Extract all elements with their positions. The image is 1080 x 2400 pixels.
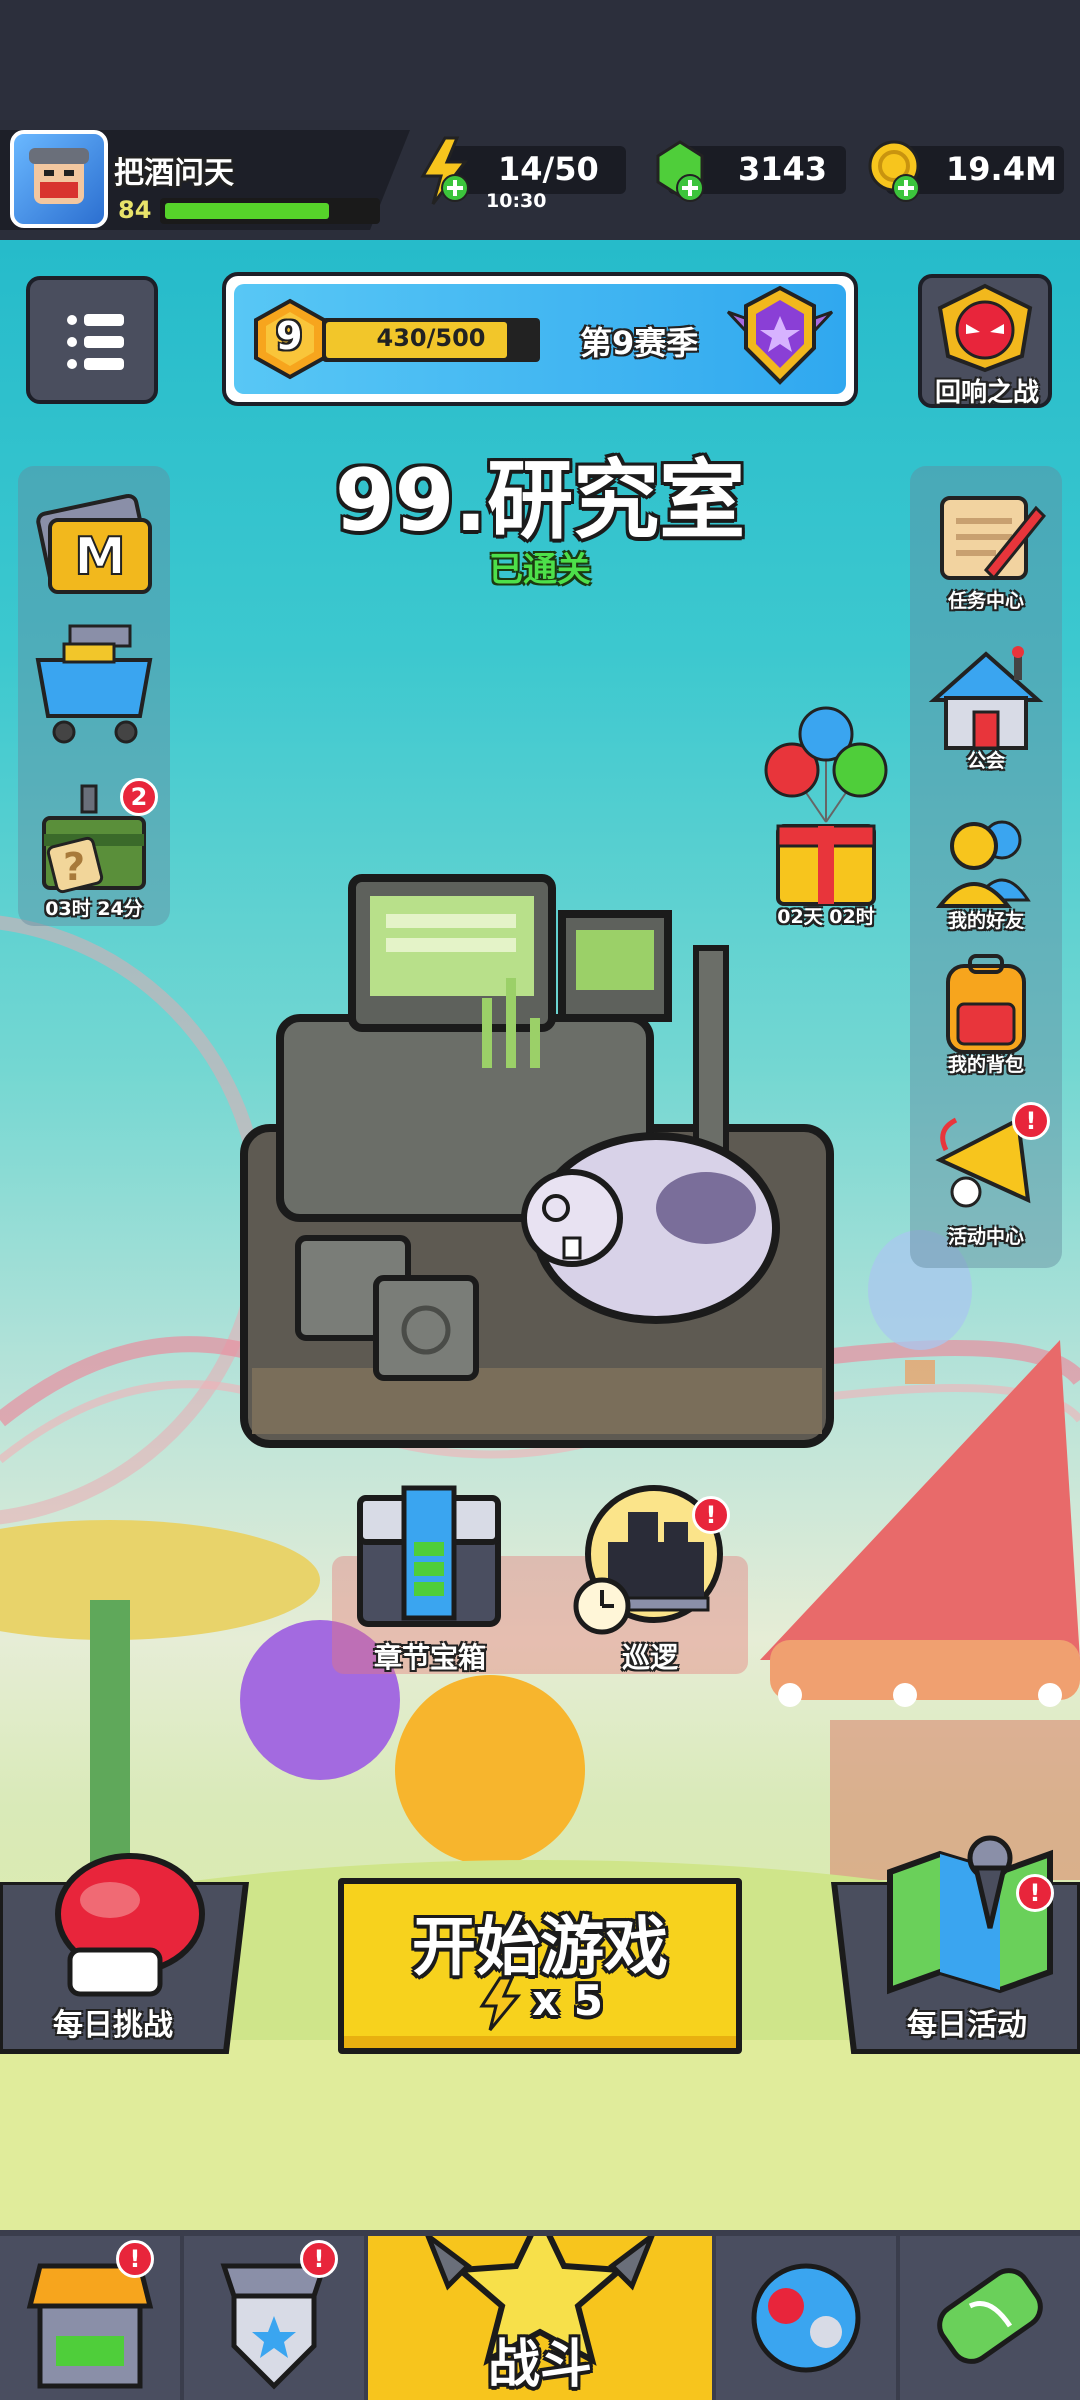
event-center-badge: ! [1012, 1102, 1050, 1140]
event-center-label: 活动中心 [947, 1226, 1024, 1248]
demon-helmet-icon [937, 283, 1033, 373]
start-game-label: 开始游戏 [412, 1911, 668, 1985]
season-level: 9 [276, 314, 303, 358]
nav-evolve[interactable] [900, 2236, 1080, 2400]
chapter-chest-label: 章节宝箱 [373, 1641, 486, 1674]
friends-label: 我的好友 [947, 910, 1024, 932]
boxing-glove-icon [55, 1853, 205, 1997]
scroll-quest-icon[interactable] [926, 484, 1046, 594]
nav-skills[interactable] [716, 2236, 896, 2400]
menu-button[interactable] [26, 276, 158, 404]
shop-cart-icon[interactable] [30, 620, 158, 750]
guild-label: 公会 [966, 750, 1005, 772]
energy-icon [420, 136, 469, 205]
svg-text:M: M [74, 527, 126, 587]
list-menu-icon [67, 314, 124, 370]
dna-capsule-icon [937, 2268, 1043, 2364]
nav-shop-badge: ! [116, 2240, 154, 2278]
map-event-icon [887, 1835, 1053, 1995]
energy-cost-icon [479, 1976, 522, 2031]
guild-house-icon[interactable] [926, 644, 1046, 754]
mystery-crate-timer: 03时 24分 [45, 898, 143, 920]
chapter-chest-icon[interactable] [352, 1484, 506, 1630]
star-orb-icon [751, 2263, 861, 2373]
coin-icon [868, 140, 920, 202]
echo-battle-label: 回响之战 [934, 378, 1039, 408]
player-avatar[interactable] [10, 130, 108, 228]
daily-challenge-label: 每日挑战 [53, 2008, 173, 2043]
status-bar [0, 0, 1080, 120]
lab-stage-illustration[interactable] [236, 868, 848, 1452]
friends-icon[interactable] [926, 810, 1046, 910]
mystery-crate-badge: 2 [120, 778, 158, 816]
gems-value: 3143 [738, 150, 828, 188]
energy-timer: 10:30 [486, 190, 547, 212]
energy-value: 14/50 [498, 150, 599, 188]
gem-icon [656, 140, 704, 202]
player-name: 把酒问天 [114, 156, 234, 191]
daily-event-label: 每日活动 [907, 2008, 1027, 2043]
svg-text:?: ? [63, 845, 85, 889]
season-badge-icon [726, 285, 834, 385]
player-level: 84 [118, 196, 152, 224]
backpack-icon[interactable] [926, 950, 1046, 1060]
daily-event-badge: ! [1016, 1874, 1054, 1912]
monthly-card-icon[interactable]: M [30, 490, 158, 610]
xp-bar-fill [165, 203, 329, 219]
backpack-label: 我的背包 [947, 1054, 1024, 1076]
avatar-icon [29, 148, 89, 204]
nav-battle-label: 战斗 [487, 2335, 592, 2395]
nav-talent-badge: ! [300, 2240, 338, 2278]
start-game-cost: x 5 [532, 1976, 603, 2025]
quest-center-label: 任务中心 [947, 590, 1024, 612]
patrol-badge: ! [692, 1496, 730, 1534]
season-label: 第9赛季 [580, 324, 699, 362]
patrol-label: 巡逻 [621, 1641, 678, 1674]
season-progress-text: 430/500 [376, 324, 486, 352]
coins-value: 19.4M [946, 150, 1057, 188]
